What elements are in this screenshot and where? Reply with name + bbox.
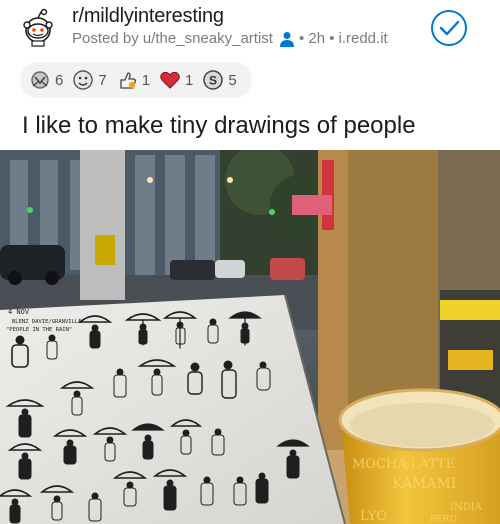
cup-text-line2: KAMAMI bbox=[392, 476, 456, 492]
award-count: 6 bbox=[55, 71, 64, 89]
award-wholesome[interactable]: 7 bbox=[71, 68, 107, 92]
cup-text-line3: INDIA bbox=[450, 502, 483, 513]
award-count: 1 bbox=[141, 71, 151, 89]
awards-bar[interactable]: 6 7 1 1 S 5 bbox=[20, 62, 252, 98]
sketch-location: BLENZ DAVIE/GRANVILLE bbox=[12, 319, 82, 325]
svg-text:S: S bbox=[209, 74, 217, 88]
cup-text-line1: MOCHA LATTE bbox=[352, 457, 455, 472]
post-age: • 2h • bbox=[298, 30, 335, 47]
reddit-snoo-avatar-icon[interactable] bbox=[18, 8, 58, 48]
award-silver[interactable]: 6 bbox=[28, 68, 63, 92]
post-header: r/mildlyinteresting Posted by u/the_snea… bbox=[0, 0, 500, 56]
sketch-date: 4 NOV bbox=[8, 308, 30, 316]
posted-by-text[interactable]: Posted by u/the_sneaky_artist bbox=[72, 30, 273, 47]
award-count: 1 bbox=[185, 71, 194, 89]
award-heart[interactable]: 1 bbox=[158, 68, 193, 92]
award-count: 5 bbox=[228, 71, 237, 89]
joined-check-button[interactable] bbox=[430, 9, 468, 47]
moderator-icon bbox=[279, 31, 294, 47]
helpful-award-icon bbox=[120, 72, 136, 89]
heart-award-icon bbox=[160, 71, 180, 89]
post-image[interactable]: 4 NOV BLENZ DAVIE/GRANVILLE "PEOPLE IN T… bbox=[0, 150, 500, 524]
award-helpful[interactable]: 1 bbox=[115, 68, 150, 92]
cup-text-line4: PERU bbox=[430, 515, 457, 524]
subreddit-name[interactable]: r/mildlyinteresting bbox=[72, 5, 224, 28]
cup-text-line5: LYO bbox=[360, 509, 387, 524]
silver-award-icon bbox=[31, 71, 49, 89]
award-coin[interactable]: S 5 bbox=[201, 68, 237, 92]
wholesome-award-icon bbox=[73, 70, 94, 90]
silver-coin-icon: S bbox=[203, 70, 224, 90]
post-title[interactable]: I like to make tiny drawings of people bbox=[22, 112, 416, 140]
post-domain[interactable]: i.redd.it bbox=[339, 30, 388, 47]
coffee-cup: MOCHA LATTE KAMAMI INDIA PERU LYO bbox=[338, 388, 500, 524]
award-count: 7 bbox=[98, 71, 107, 89]
post-meta: Posted by u/the_sneaky_artist • 2h • i.r… bbox=[72, 30, 388, 47]
sketch-caption: "PEOPLE IN THE RAIN" bbox=[6, 327, 72, 333]
